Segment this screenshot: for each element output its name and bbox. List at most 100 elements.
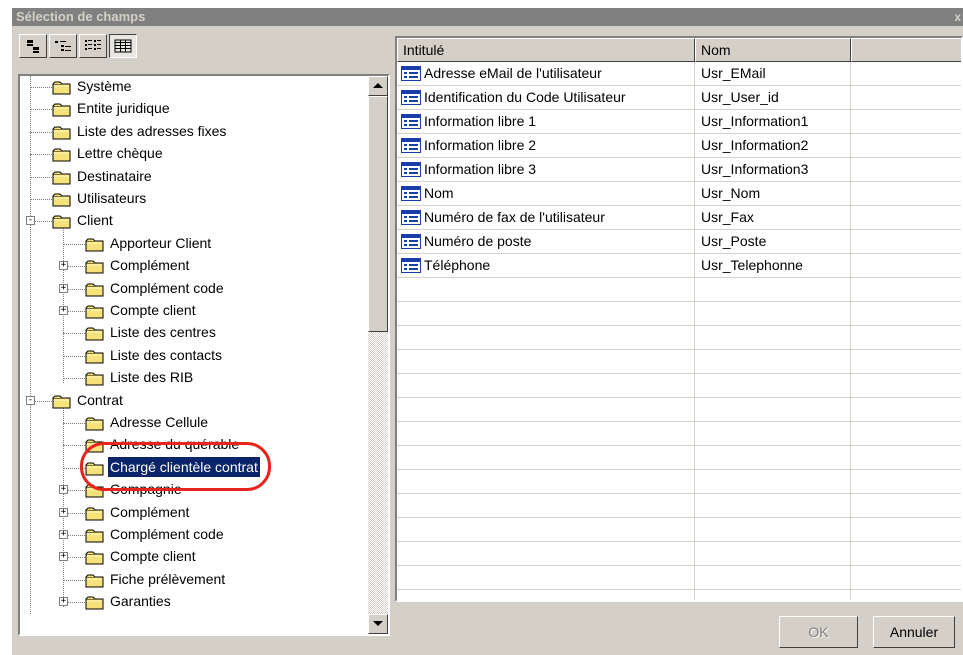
tree-node[interactable]: + Complément bbox=[20, 255, 368, 277]
table-row[interactable]: Information libre 1 Usr_Information1 bbox=[397, 110, 961, 134]
tree-connector bbox=[30, 131, 52, 133]
field-list: Intitulé Nom Adresse eMail de l'utilisat… bbox=[395, 36, 963, 602]
tree-node[interactable]: + Compte client bbox=[20, 546, 368, 568]
tree-node[interactable]: + Complément code bbox=[20, 524, 368, 546]
table-row[interactable]: Nom Usr_Nom bbox=[397, 182, 961, 206]
column-header-empty[interactable] bbox=[851, 38, 961, 62]
expand-icon[interactable]: + bbox=[59, 597, 68, 607]
details-view-icon bbox=[114, 39, 132, 53]
cell-nom: Usr_Information3 bbox=[701, 161, 809, 177]
folder-icon bbox=[85, 550, 105, 565]
tree-node[interactable]: Système bbox=[20, 76, 368, 98]
table-row[interactable]: Information libre 2 Usr_Information2 bbox=[397, 134, 961, 158]
tree-node[interactable]: Apporteur Client bbox=[20, 233, 368, 255]
tree-node-label: Compte client bbox=[110, 302, 196, 318]
tree-connector bbox=[63, 378, 85, 380]
empty-table-row bbox=[397, 494, 961, 518]
tree-node[interactable]: Utilisateurs bbox=[20, 188, 368, 210]
close-icon[interactable]: x bbox=[954, 8, 961, 26]
tree-node[interactable]: - Client bbox=[20, 210, 368, 232]
tree-node-label: Contrat bbox=[77, 391, 123, 408]
tree-node[interactable]: + Complément bbox=[20, 502, 368, 524]
tree-node[interactable]: Fiche prélèvement bbox=[20, 569, 368, 591]
expand-icon[interactable]: + bbox=[59, 507, 68, 517]
table-row[interactable]: Téléphone Usr_Telephonne bbox=[397, 254, 961, 278]
tree-connector bbox=[63, 243, 85, 245]
ok-button[interactable]: OK bbox=[779, 616, 858, 648]
arrow-down-icon bbox=[373, 621, 383, 626]
tree-node[interactable]: + Compte client bbox=[20, 300, 368, 322]
tree-node[interactable]: Entite juridique bbox=[20, 98, 368, 120]
folder-icon bbox=[85, 282, 105, 297]
tree-connector bbox=[30, 199, 52, 200]
details-view-button[interactable] bbox=[109, 34, 137, 58]
cell-intitule: Numéro de fax de l'utilisateur bbox=[424, 209, 605, 225]
cell-nom: Usr_Poste bbox=[701, 233, 767, 249]
table-row[interactable]: Numéro de fax de l'utilisateur Usr_Fax bbox=[397, 206, 961, 230]
expand-icon[interactable]: + bbox=[59, 261, 68, 271]
tree-node[interactable]: Destinataire bbox=[20, 166, 368, 188]
scroll-thumb[interactable] bbox=[368, 96, 388, 332]
tree-node-label: Complément code bbox=[110, 526, 224, 542]
tree-connector bbox=[30, 87, 52, 88]
tree-node[interactable]: - Contrat bbox=[20, 390, 368, 412]
expand-icon[interactable]: + bbox=[59, 485, 68, 495]
arrow-up-icon bbox=[373, 83, 383, 88]
folder-icon bbox=[85, 528, 105, 543]
cell-intitule: Information libre 3 bbox=[424, 161, 537, 177]
tree-node[interactable]: Adresse du quérable bbox=[20, 434, 368, 456]
field-icon bbox=[401, 186, 421, 201]
expand-icon[interactable]: + bbox=[59, 306, 68, 315]
tree-vertical-scrollbar[interactable] bbox=[368, 76, 388, 634]
small-icons-view-button[interactable] bbox=[49, 34, 77, 58]
tree-node[interactable]: Liste des contacts bbox=[20, 345, 368, 367]
scroll-down-button[interactable] bbox=[368, 614, 388, 634]
empty-table-row bbox=[397, 542, 961, 566]
folder-icon bbox=[52, 147, 72, 162]
scroll-up-button[interactable] bbox=[368, 76, 388, 96]
tree-node-label: Adresse Cellule bbox=[110, 414, 209, 430]
column-header-nom[interactable]: Nom bbox=[695, 38, 851, 62]
small-icons-icon bbox=[54, 39, 72, 53]
tree-node[interactable]: Liste des adresses fixes bbox=[20, 121, 368, 143]
large-icons-view-button[interactable] bbox=[19, 34, 47, 58]
folder-icon bbox=[85, 326, 105, 341]
cell-intitule: Information libre 1 bbox=[424, 113, 537, 129]
empty-table-row bbox=[397, 446, 961, 470]
tree-node[interactable]: Liste des centres bbox=[20, 322, 368, 344]
tree-node[interactable]: Lettre chèque bbox=[20, 143, 368, 165]
tree-node-label: Entite juridique bbox=[77, 100, 170, 117]
tree-node[interactable]: + Compagnie bbox=[20, 479, 368, 501]
tree-node[interactable]: + Garanties bbox=[20, 591, 368, 613]
tree-node[interactable]: + Complément code bbox=[20, 278, 368, 300]
folder-icon bbox=[52, 214, 72, 229]
table-row[interactable]: Information libre 3 Usr_Information3 bbox=[397, 158, 961, 182]
expand-icon[interactable]: + bbox=[59, 552, 68, 562]
table-row[interactable]: Adresse eMail de l'utilisateur Usr_EMail bbox=[397, 62, 961, 86]
column-divider bbox=[850, 62, 851, 600]
folder-icon bbox=[52, 102, 72, 117]
collapse-icon[interactable]: - bbox=[26, 216, 35, 226]
folder-icon bbox=[85, 237, 105, 252]
cell-intitule: Nom bbox=[424, 185, 454, 201]
expand-icon[interactable]: + bbox=[59, 283, 68, 293]
tree-node-label: Liste des RIB bbox=[110, 369, 194, 386]
tree-node[interactable]: Adresse Cellule bbox=[20, 412, 368, 434]
table-row[interactable]: Identification du Code Utilisateur Usr_Us… bbox=[397, 86, 961, 110]
field-icon bbox=[401, 234, 421, 249]
column-header-intitule[interactable]: Intitulé bbox=[397, 38, 695, 62]
list-view-icon bbox=[84, 39, 102, 53]
cancel-button[interactable]: Annuler bbox=[873, 616, 955, 648]
tree-node-label: Apporteur Client bbox=[110, 234, 212, 251]
category-tree[interactable]: Système Entite juridique Liste des adresse… bbox=[18, 74, 390, 636]
collapse-icon[interactable]: - bbox=[26, 395, 35, 405]
list-view-button[interactable] bbox=[79, 34, 107, 58]
tree-node[interactable]: Chargé clientèle contrat bbox=[20, 455, 368, 479]
tree-node-label: Compte client bbox=[110, 548, 196, 565]
tree-node-label: Complément bbox=[110, 257, 190, 274]
tree-node[interactable]: Liste des RIB bbox=[20, 367, 368, 389]
empty-table-row bbox=[397, 374, 961, 398]
table-row[interactable]: Numéro de poste Usr_Poste bbox=[397, 230, 961, 254]
expand-icon[interactable]: + bbox=[59, 530, 68, 539]
cell-intitule: Téléphone bbox=[424, 257, 491, 273]
